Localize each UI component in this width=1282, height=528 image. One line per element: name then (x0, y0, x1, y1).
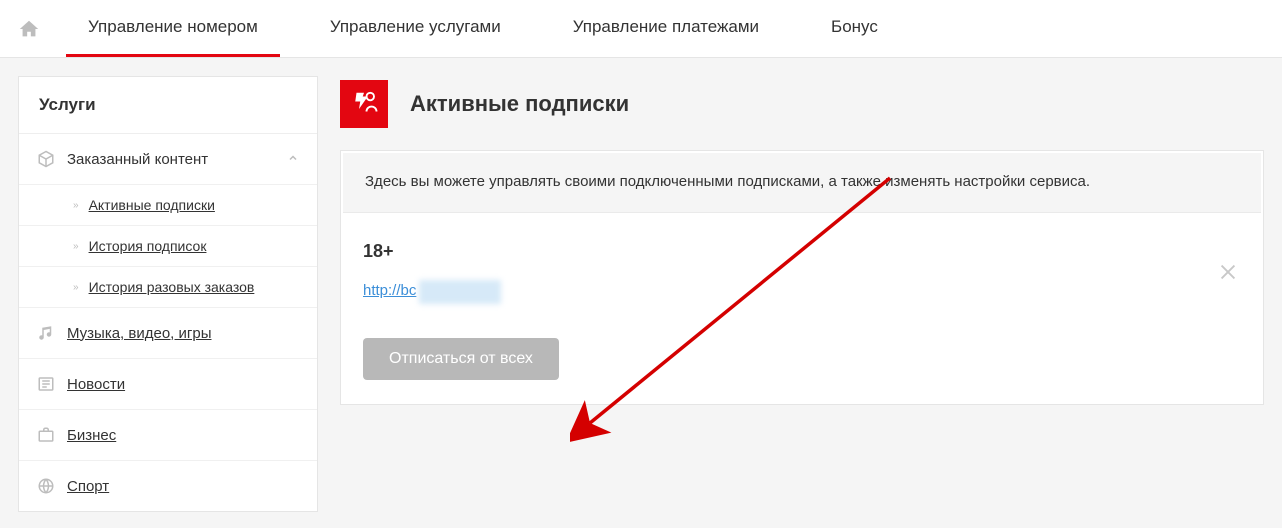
sidebar-item-label: Новости (67, 376, 125, 393)
sport-icon (37, 477, 55, 495)
url-redaction (419, 280, 501, 304)
tab-label: Управление номером (88, 17, 258, 37)
sidebar-item-label: История разовых заказов (89, 279, 255, 295)
home-icon[interactable] (18, 18, 40, 40)
chevron-up-icon (287, 151, 299, 168)
sidebar-item-label: Бизнес (67, 427, 116, 444)
tab-label: Управление услугами (330, 17, 501, 37)
unsubscribe-all-button[interactable]: Отписаться от всех (363, 338, 559, 380)
sidebar-group-ordered-content[interactable]: Заказанный контент (19, 134, 317, 185)
sidebar-item-label: Активные подписки (89, 197, 215, 213)
sidebar-title: Услуги (19, 77, 317, 134)
main-header: Активные подписки (340, 80, 1264, 128)
info-text: Здесь вы можете управлять своими подключ… (343, 153, 1261, 213)
subscriptions-panel: Здесь вы можете управлять своими подключ… (340, 150, 1264, 405)
sidebar-item-subscription-history[interactable]: » История подписок (19, 226, 317, 267)
news-icon (37, 375, 55, 393)
tab-bonus[interactable]: Бонус (809, 0, 900, 57)
sidebar-item-news[interactable]: Новости (19, 359, 317, 410)
sidebar-item-sport[interactable]: Спорт (19, 461, 317, 511)
main-content: Активные подписки Здесь вы можете управл… (340, 76, 1264, 512)
music-icon (37, 324, 55, 342)
sidebar-group-label: Заказанный контент (67, 151, 208, 168)
tab-payments-management[interactable]: Управление платежами (551, 0, 781, 57)
subscription-name: 18+ (363, 241, 1241, 262)
sidebar: Услуги Заказанный контент » Активные под… (18, 76, 318, 512)
bullet-icon: » (73, 200, 79, 211)
sidebar-item-label: История подписок (89, 238, 207, 254)
sidebar-item-label: Спорт (67, 478, 109, 495)
subscription-url[interactable]: http://bc (363, 282, 416, 299)
sidebar-item-business[interactable]: Бизнес (19, 410, 317, 461)
subscription-item: 18+ http://bc (341, 215, 1263, 330)
tab-number-management[interactable]: Управление номером (66, 0, 280, 57)
tab-label: Управление платежами (573, 17, 759, 37)
bullet-icon: » (73, 282, 79, 293)
sidebar-item-onetime-orders-history[interactable]: » История разовых заказов (19, 267, 317, 308)
tab-services-management[interactable]: Управление услугами (308, 0, 523, 57)
briefcase-icon (37, 426, 55, 444)
top-nav: Управление номером Управление услугами У… (0, 0, 1282, 58)
cube-icon (37, 150, 55, 168)
tab-label: Бонус (831, 17, 878, 37)
bullet-icon: » (73, 241, 79, 252)
page-title: Активные подписки (410, 91, 629, 117)
services-tile-icon (340, 80, 388, 128)
remove-subscription-button[interactable] (1217, 261, 1239, 283)
sidebar-item-label: Музыка, видео, игры (67, 325, 212, 342)
sidebar-item-active-subscriptions[interactable]: » Активные подписки (19, 185, 317, 226)
sidebar-item-music-video-games[interactable]: Музыка, видео, игры (19, 308, 317, 359)
